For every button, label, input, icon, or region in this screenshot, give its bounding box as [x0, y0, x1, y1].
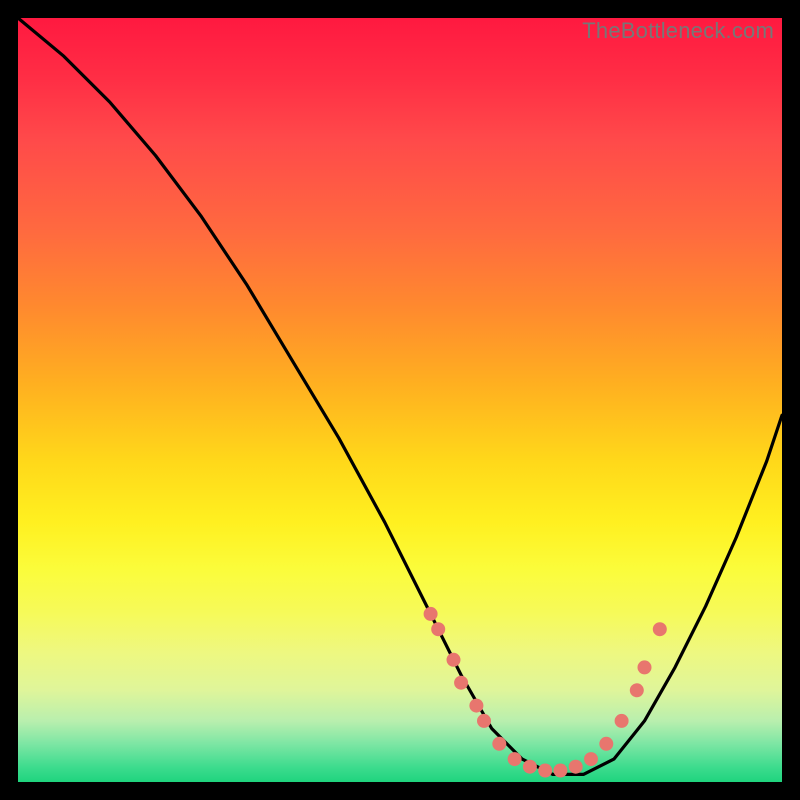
data-marker [447, 653, 461, 667]
data-marker [469, 699, 483, 713]
data-marker [523, 760, 537, 774]
data-marker [538, 764, 552, 778]
data-marker [424, 607, 438, 621]
data-marker [630, 683, 644, 697]
data-marker [431, 622, 445, 636]
data-marker [599, 737, 613, 751]
data-marker [653, 622, 667, 636]
data-marker [553, 764, 567, 778]
data-marker [638, 660, 652, 674]
chart-frame: TheBottleneck.com [18, 18, 782, 782]
chart-svg [18, 18, 782, 782]
data-marker [454, 676, 468, 690]
data-marker [584, 752, 598, 766]
data-marker [615, 714, 629, 728]
data-marker [508, 752, 522, 766]
watermark-label: TheBottleneck.com [582, 18, 774, 44]
data-markers [424, 607, 667, 778]
bottleneck-curve [18, 18, 782, 774]
data-marker [569, 760, 583, 774]
curve-path [18, 18, 782, 774]
data-marker [492, 737, 506, 751]
data-marker [477, 714, 491, 728]
